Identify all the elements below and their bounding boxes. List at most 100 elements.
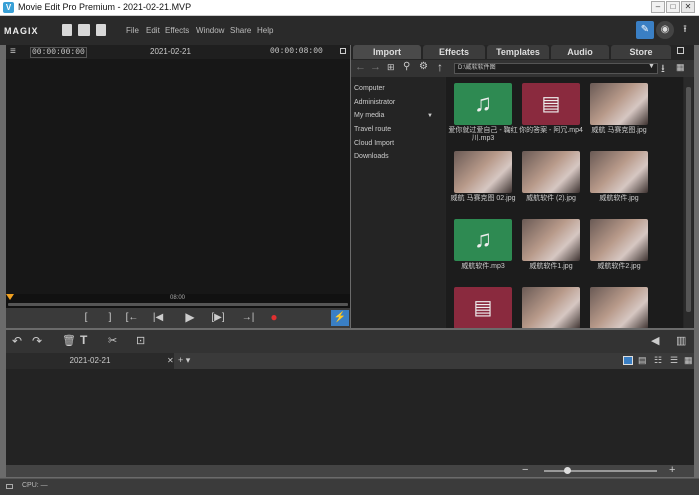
menu-window[interactable]: Window [196,26,224,35]
delete-icon[interactable]: 🗑 [62,334,76,347]
media-thumbnail[interactable] [522,219,580,261]
media-thumbnail[interactable] [590,219,648,261]
zoom-slider-thumb[interactable] [564,467,571,474]
tree-item-my-media[interactable]: My media [354,112,384,119]
media-thumbnail[interactable] [454,151,512,193]
save-icon[interactable] [96,24,106,36]
preview-header: ≡ 00:00:00:00 2021-02-21 00:00:08:00 [6,45,350,59]
media-thumbnail[interactable] [590,83,648,125]
close-tab-icon[interactable]: ✕ [167,356,174,365]
photo-image [590,219,648,261]
close-button[interactable]: ✕ [681,1,695,13]
tree-view-icon[interactable]: ⊞ [387,62,395,73]
fullscreen-icon[interactable] [340,48,346,54]
settings-circle-icon[interactable]: ◉ [656,21,674,39]
mark-out-button[interactable]: ] [102,312,118,323]
media-caption: 你的答案 - 阿冗.mp4 [519,127,583,134]
preview-scrubber[interactable]: 08:00 [6,294,350,308]
text-icon[interactable]: T [80,333,87,347]
grid-view-icon[interactable]: ▦ [676,62,685,73]
photo-image [590,287,648,328]
insert-marker-icon[interactable]: ⊡ [136,334,145,347]
maximize-button[interactable]: □ [666,1,680,13]
tab-audio[interactable]: Audio [551,45,609,59]
media-scroll-thumb[interactable] [686,87,691,312]
add-tab-button[interactable]: + ▾ [178,355,190,366]
tab-project[interactable]: 2021-02-21 [6,353,174,369]
volume-icon[interactable]: ◀ [651,334,659,347]
tab-templates[interactable]: Templates [487,45,549,59]
media-caption: 威航软件 (2).jpg [526,195,576,202]
multicam-view-icon[interactable]: ▦ [684,355,693,366]
media-caption: 威航 马赛克图 02.jpg [450,195,516,202]
expand-icon[interactable]: ▼ [427,113,433,119]
tree-item-travel-route[interactable]: Travel route [354,126,391,133]
zoom-in-icon[interactable]: + [669,464,675,476]
timeline-view-icon[interactable]: ▤ [638,355,647,366]
media-thumbnail[interactable]: ♫ [454,219,512,261]
media-thumbnail[interactable] [590,151,648,193]
timecode-position[interactable]: 00:00:00:00 [30,47,87,58]
storyboard-area[interactable] [6,369,694,465]
tab-store[interactable]: Store [611,45,671,59]
cut-icon[interactable]: ✂ [108,334,117,347]
upload-icon[interactable]: ⭱ [676,21,694,39]
go-to-end-button[interactable]: →| [240,312,256,323]
minimize-button[interactable]: – [651,1,665,13]
menu-effects[interactable]: Effects [165,26,189,35]
folder-up-icon[interactable]: ↑ [437,60,443,74]
film-icon: ▤ [541,93,561,115]
menu-file[interactable]: File [126,26,139,35]
undo-icon[interactable]: ↶ [12,334,22,348]
back-icon[interactable]: ← [355,61,366,73]
tab-effects[interactable]: Effects [423,45,485,59]
playhead-marker-icon[interactable] [6,294,14,300]
menu-help[interactable]: Help [257,26,273,35]
path-field[interactable]: D:\威软软件图 [454,63,658,74]
new-file-icon[interactable] [62,24,72,36]
ruler-label: 08:00 [170,295,186,301]
photo-image [454,151,512,193]
media-scrollbar[interactable] [684,77,693,328]
go-to-in-button[interactable]: [← [124,312,140,323]
music-note-icon: ♫ [474,226,492,253]
mark-in-button[interactable]: [ [78,312,94,323]
media-toolbar: ← → ⊞ ⚲ ⚙ ↑ D:\威软软件图 ▼ ⭳ ▦ [351,60,694,77]
media-thumbnail[interactable] [590,287,648,328]
gear-icon[interactable]: ⚙ [419,61,428,72]
media-thumbnail[interactable] [522,287,580,328]
play-button[interactable]: ▶ [182,310,198,324]
preview-scroll-track[interactable] [8,303,348,306]
quick-effect-icon[interactable]: ⚡ [331,310,349,326]
photo-image [590,151,648,193]
zoom-out-icon[interactable]: − [522,464,528,476]
tree-item-downloads[interactable]: Downloads [354,153,389,160]
record-button[interactable]: ● [266,310,282,324]
media-thumbnail[interactable] [522,151,580,193]
forward-icon[interactable]: → [370,61,381,73]
go-to-start-button[interactable]: |◀ [150,312,166,323]
redo-icon[interactable]: ↷ [32,334,42,348]
chevron-down-icon[interactable]: ▼ [648,63,655,70]
user-icon[interactable]: ✎ [636,21,654,39]
play-range-button[interactable]: [▶] [208,312,228,323]
menu-share[interactable]: Share [230,26,251,35]
zoom-slider-track[interactable] [544,470,657,472]
media-thumbnail[interactable]: ▤ [454,287,512,328]
tree-item-cloud-import[interactable]: Cloud Import [354,140,394,147]
menu-edit[interactable]: Edit [146,26,160,35]
storyboard-view-icon[interactable] [623,356,633,365]
pool-maximize-icon[interactable] [677,47,684,54]
mixer-icon[interactable]: ▥ [676,334,686,347]
arranger: ↶ ↷ 🗑 T ✂ ⊡ ◀ ▥ 2021-02-21 ✕ + ▾ ▤ ☷ ☰ ▦… [6,330,694,477]
tab-import[interactable]: Import [353,45,421,59]
list-view-icon[interactable]: ☰ [670,355,678,366]
menu-icon[interactable]: ≡ [10,47,16,57]
tree-item-computer[interactable]: Computer [354,85,385,92]
media-thumbnail[interactable]: ♫ [454,83,512,125]
scene-view-icon[interactable]: ☷ [654,355,662,366]
tree-item-administrator[interactable]: Administrator [354,99,395,106]
media-thumbnail[interactable]: ▤ [522,83,580,125]
search-icon[interactable]: ⚲ [403,61,410,72]
open-folder-icon[interactable] [78,24,90,36]
